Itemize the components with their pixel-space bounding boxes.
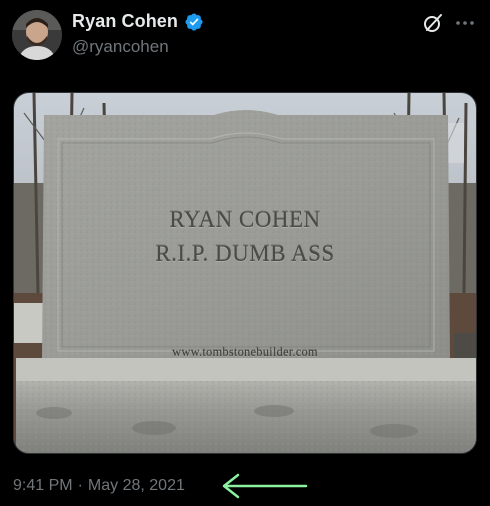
tombstone-line-1: RYAN COHEN	[169, 207, 321, 232]
handle[interactable]: @ryancohen	[72, 37, 169, 57]
tweet-header: Ryan Cohen @ryancohen	[0, 0, 490, 80]
timestamp-separator: ·	[77, 477, 83, 494]
tombstone-watermark: www.tombstonebuilder.com	[172, 345, 318, 359]
tombstone-image	[14, 93, 476, 453]
tweet-timestamp[interactable]: 9:41 PM · May 28, 2021	[13, 477, 185, 495]
green-arrow-annotation-icon	[216, 471, 310, 501]
name-row: Ryan Cohen	[72, 11, 204, 32]
tweet-time: 9:41 PM	[13, 477, 73, 494]
tweet-date: May 28, 2021	[87, 477, 185, 494]
tweet-media-image[interactable]: RYAN COHEN R.I.P. DUMB ASS www.tombstone…	[13, 92, 477, 454]
grok-icon[interactable]	[420, 10, 446, 36]
display-name[interactable]: Ryan Cohen	[72, 11, 178, 32]
verified-badge-icon	[184, 12, 204, 32]
more-icon[interactable]	[452, 10, 478, 36]
tombstone-line-2: R.I.P. DUMB ASS	[155, 241, 335, 266]
avatar-photo	[12, 10, 62, 60]
avatar[interactable]	[12, 10, 62, 60]
